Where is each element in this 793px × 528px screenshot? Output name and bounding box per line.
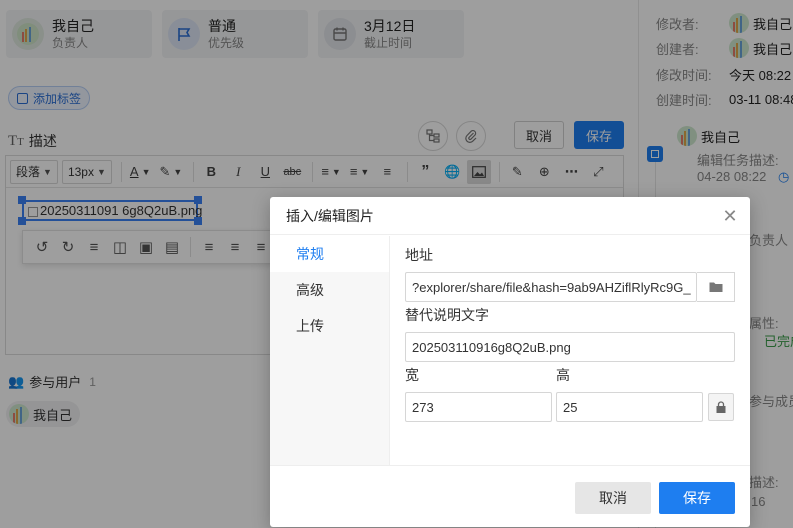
dialog-header: 插入/编辑图片 ✕ [270, 197, 750, 235]
close-icon[interactable]: ✕ [720, 206, 740, 226]
width-input[interactable]: 273 [405, 392, 552, 422]
dialog-cancel-button[interactable]: 取消 [575, 482, 651, 514]
width-label: 宽 [405, 367, 419, 383]
image-dialog: 插入/编辑图片 ✕ 常规 高级 上传 地址 ?explorer/share/fi… [270, 197, 750, 527]
dialog-save-button[interactable]: 保存 [659, 482, 735, 514]
dialog-tabs: 常规 高级 上传 [270, 236, 390, 465]
alt-input[interactable]: 202503110916g8Q2uB.png [405, 332, 735, 362]
dialog-title: 插入/编辑图片 [286, 207, 374, 224]
alt-label: 替代说明文字 [405, 307, 489, 323]
tab-upload[interactable]: 上传 [270, 308, 389, 344]
browse-button[interactable] [697, 272, 735, 302]
lock-icon[interactable] [708, 393, 734, 421]
folder-icon [709, 282, 722, 292]
tab-general[interactable]: 常规 [270, 236, 389, 272]
dialog-footer: 取消 保存 [270, 465, 750, 527]
height-label: 高 [556, 367, 570, 383]
height-input[interactable]: 25 [556, 392, 703, 422]
url-label: 地址 [405, 247, 433, 263]
url-input[interactable]: ?explorer/share/file&hash=9ab9AHZiflRlyR… [405, 272, 697, 302]
tab-advanced[interactable]: 高级 [270, 272, 389, 308]
